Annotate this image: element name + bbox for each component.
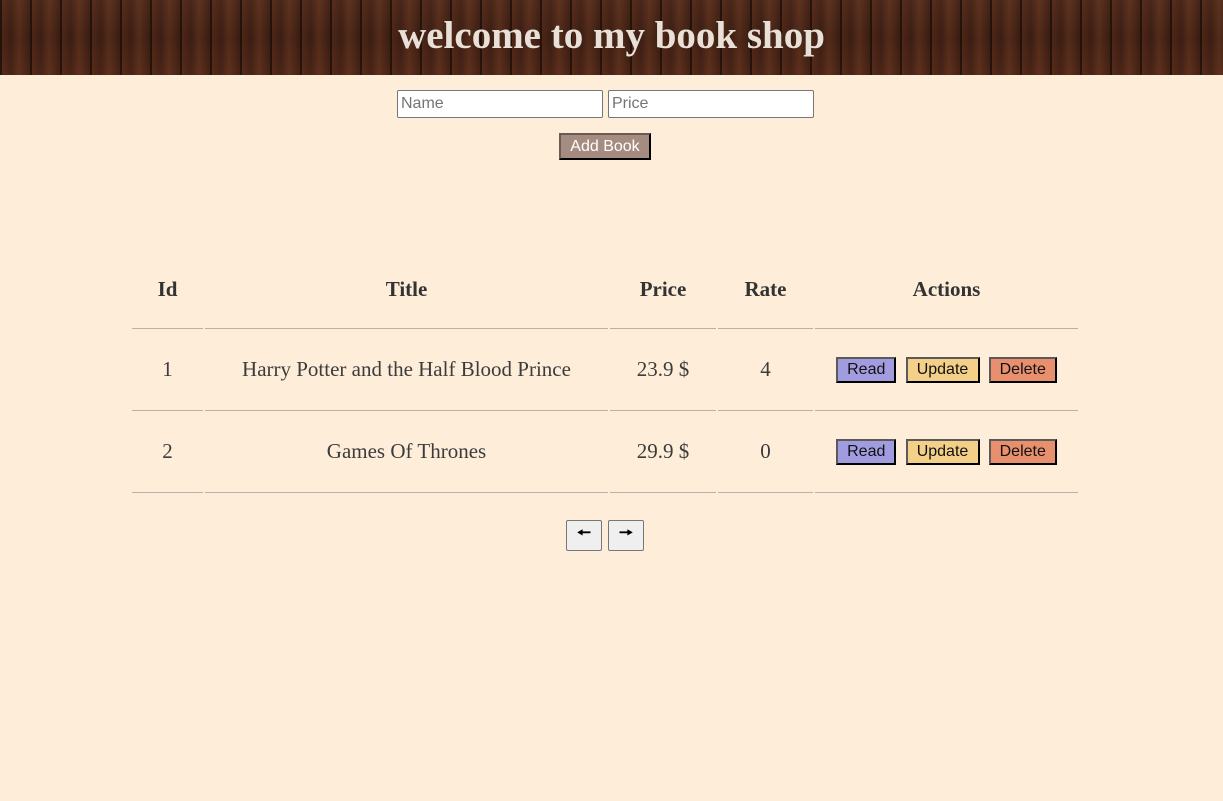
book-rate-cell: 0 (718, 411, 813, 493)
add-book-button[interactable]: Add Book (559, 133, 651, 160)
book-actions-cell: Read Update Delete (815, 411, 1078, 493)
update-button[interactable]: Update (905, 357, 980, 384)
column-header-title: Title (205, 250, 608, 329)
page-title: welcome to my book shop (398, 14, 825, 57)
read-button[interactable]: Read (836, 357, 897, 384)
book-id-cell: 1 (132, 329, 203, 411)
delete-button[interactable]: Delete (988, 439, 1057, 466)
column-header-rate: Rate (718, 250, 813, 329)
read-button[interactable]: Read (836, 439, 897, 466)
next-page-button[interactable]: 🠖 (608, 520, 644, 551)
arrow-right-icon: 🠖 (618, 523, 633, 542)
book-title-cell: Harry Potter and the Half Blood Prince (205, 329, 608, 411)
book-price-cell: 23.9 $ (610, 329, 716, 411)
column-header-price: Price (610, 250, 716, 329)
book-name-input[interactable] (397, 90, 603, 118)
table-row: 2 Games Of Thrones 29.9 $ 0 Read Update … (132, 411, 1078, 493)
table-header-row: Id Title Price Rate Actions (132, 250, 1078, 329)
book-rate-cell: 4 (718, 329, 813, 411)
book-actions-cell: Read Update Delete (815, 329, 1078, 411)
previous-page-button[interactable]: 🠔 (566, 520, 602, 551)
books-table: Id Title Price Rate Actions 1 Harry Pott… (130, 250, 1080, 493)
column-header-actions: Actions (815, 250, 1078, 329)
header-banner: welcome to my book shop (0, 0, 1223, 75)
delete-button[interactable]: Delete (988, 357, 1057, 384)
arrow-left-icon: 🠔 (576, 523, 591, 542)
column-header-id: Id (132, 250, 203, 329)
table-row: 1 Harry Potter and the Half Blood Prince… (132, 329, 1078, 411)
book-title-cell: Games Of Thrones (205, 411, 608, 493)
update-button[interactable]: Update (905, 439, 980, 466)
book-id-cell: 2 (132, 411, 203, 493)
book-price-cell: 29.9 $ (610, 411, 716, 493)
book-price-input[interactable] (608, 90, 814, 118)
